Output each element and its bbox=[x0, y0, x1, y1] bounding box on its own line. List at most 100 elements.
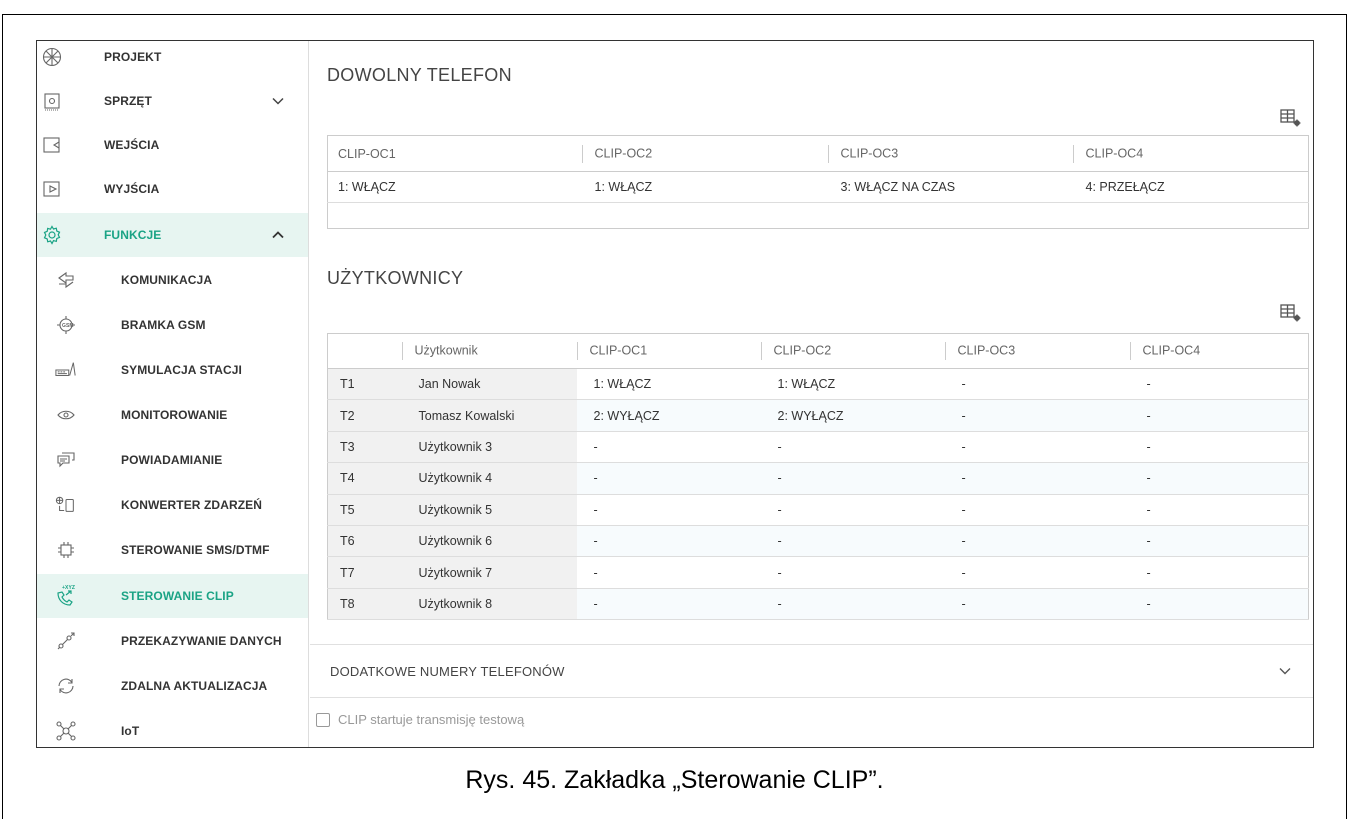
sidebar-item-iot[interactable]: IoT bbox=[37, 709, 308, 747]
sidebar-item-konwerter-zdarzen[interactable]: KONWERTER ZDARZEŃ bbox=[37, 483, 308, 527]
sidebar-item-projekt[interactable]: PROJEKT bbox=[37, 41, 308, 79]
table-cell[interactable]: - bbox=[576, 431, 761, 464]
sidebar-item-wejscia[interactable]: WEJŚCIA bbox=[37, 123, 308, 167]
table-row[interactable]: 1: WŁĄCZ 1: WŁĄCZ 3: WŁĄCZ NA CZAS 4: PR… bbox=[327, 171, 1309, 203]
figure-caption: Rys. 45. Zakładka „Sterowanie CLIP”. bbox=[465, 766, 884, 794]
table-cell[interactable]: 1: WŁĄCZ bbox=[327, 171, 578, 203]
table-row[interactable]: T1 Jan Nowak 1: WŁĄCZ 1: WŁĄCZ - - bbox=[327, 368, 1309, 401]
table-cell[interactable]: - bbox=[944, 556, 1130, 589]
table-cell[interactable]: - bbox=[944, 525, 1130, 558]
table-cell[interactable]: - bbox=[944, 399, 1130, 432]
table-cell[interactable]: - bbox=[1129, 462, 1309, 495]
user-code-cell: T3 bbox=[327, 431, 402, 464]
table-cell[interactable]: - bbox=[760, 494, 945, 526]
table-cell[interactable]: - bbox=[944, 368, 1130, 401]
converter-icon bbox=[55, 494, 77, 516]
uzytkownicy-table: Użytkownik CLIP-OC1 CLIP-OC2 CLIP-OC3 CL… bbox=[327, 333, 1309, 621]
table-cell[interactable]: 2: WYŁĄCZ bbox=[760, 399, 945, 432]
data-transfer-icon bbox=[55, 630, 77, 652]
table-row-empty bbox=[328, 203, 1309, 229]
table-cell[interactable]: - bbox=[1129, 588, 1309, 621]
sidebar-item-monitorowanie[interactable]: MONITOROWANIE bbox=[37, 393, 308, 437]
main-content: DOWOLNY TELEFON CLIP-OC1 CLIP-OC2 CLIP-O… bbox=[310, 41, 1313, 747]
sidebar-item-powiadamianie[interactable]: POWIADAMIANIE bbox=[37, 438, 308, 482]
user-name-cell: Użytkownik 8 bbox=[401, 588, 577, 621]
sidebar-item-sterowanie-sms[interactable]: STEROWANIE SMS/DTMF bbox=[37, 528, 308, 572]
column-header: CLIP-OC3 bbox=[944, 333, 1130, 369]
table-cell[interactable]: - bbox=[760, 431, 945, 464]
sidebar-item-symulacja-stacji[interactable]: SYMULACJA STACJI bbox=[37, 348, 308, 392]
sidebar-item-zdalna-aktualizacja[interactable]: ZDALNA AKTUALIZACJA bbox=[37, 664, 308, 708]
table-cell[interactable]: - bbox=[576, 588, 761, 621]
column-header: Użytkownik bbox=[401, 333, 577, 369]
user-name-cell: Użytkownik 7 bbox=[401, 556, 577, 589]
user-name-cell: Użytkownik 5 bbox=[401, 494, 577, 526]
table-cell[interactable]: 3: WŁĄCZ NA CZAS bbox=[823, 171, 1069, 203]
input-icon bbox=[41, 134, 63, 156]
table-cell[interactable]: 4: PRZEŁĄCZ bbox=[1068, 171, 1309, 203]
clip-test-label: CLIP startuje transmisję testową bbox=[338, 712, 525, 727]
table-cell[interactable]: - bbox=[1129, 399, 1309, 432]
table-row[interactable]: T5 Użytkownik 5---- bbox=[327, 494, 1309, 526]
column-header: CLIP-OC1 bbox=[576, 333, 761, 369]
table-cell[interactable]: 2: WYŁĄCZ bbox=[576, 399, 761, 432]
user-code-cell: T7 bbox=[327, 556, 402, 589]
table-cell[interactable]: - bbox=[1129, 368, 1309, 401]
clip-test-checkbox[interactable] bbox=[316, 712, 330, 727]
table-cell[interactable]: - bbox=[944, 494, 1130, 526]
svg-text:+XYZ: +XYZ bbox=[62, 585, 75, 591]
user-code-cell: T1 bbox=[327, 368, 402, 401]
table-cell[interactable]: - bbox=[576, 556, 761, 589]
table-cell[interactable]: - bbox=[944, 588, 1130, 621]
table-cell[interactable]: - bbox=[760, 556, 945, 589]
column-header bbox=[327, 333, 402, 369]
table-row[interactable]: T2 Tomasz Kowalski 2: WYŁĄCZ 2: WYŁĄCZ - - bbox=[327, 399, 1309, 432]
table-cell[interactable]: - bbox=[576, 494, 761, 526]
table-settings-icon[interactable] bbox=[1280, 108, 1302, 128]
chevron-down-icon[interactable] bbox=[1278, 664, 1292, 678]
dodatkowe-numery-label: DODATKOWE NUMERY TELEFONÓW bbox=[330, 663, 565, 679]
table-cell[interactable]: - bbox=[760, 462, 945, 495]
sidebar-item-wyjscia[interactable]: WYJŚCIA bbox=[37, 167, 308, 211]
chip-icon bbox=[41, 90, 63, 112]
sidebar-item-sprzet[interactable]: SPRZĘT bbox=[37, 79, 308, 123]
table-cell[interactable]: - bbox=[944, 462, 1130, 495]
table-row[interactable]: T4 Użytkownik 4---- bbox=[327, 462, 1309, 495]
gear-icon bbox=[41, 224, 63, 246]
user-name-cell: Tomasz Kowalski bbox=[401, 399, 577, 432]
table-cell[interactable]: - bbox=[944, 431, 1130, 464]
table-cell[interactable]: - bbox=[1129, 525, 1309, 558]
dodatkowe-numery-section[interactable]: DODATKOWE NUMERY TELEFONÓW bbox=[310, 644, 1313, 698]
eye-icon bbox=[55, 404, 77, 426]
chevron-up-icon bbox=[272, 231, 284, 239]
sidebar-item-sterowanie-clip[interactable]: +XYZ STEROWANIE CLIP bbox=[37, 574, 308, 618]
output-icon bbox=[41, 178, 63, 200]
table-cell[interactable]: - bbox=[1129, 556, 1309, 589]
table-cell[interactable]: - bbox=[1129, 431, 1309, 464]
sidebar-item-funkcje[interactable]: FUNKCJE bbox=[37, 213, 308, 257]
column-header: CLIP-OC1 bbox=[327, 135, 578, 172]
table-row[interactable]: T6 Użytkownik 6---- bbox=[327, 525, 1309, 558]
table-cell[interactable]: 1: WŁĄCZ bbox=[577, 171, 824, 203]
sms-control-icon bbox=[55, 539, 77, 561]
table-cell[interactable]: 1: WŁĄCZ bbox=[760, 368, 945, 401]
column-header: CLIP-OC2 bbox=[760, 333, 945, 369]
clip-phone-icon: +XYZ bbox=[55, 585, 77, 607]
table-cell[interactable]: - bbox=[576, 525, 761, 558]
table-row[interactable]: T8 Użytkownik 8---- bbox=[327, 588, 1309, 621]
table-row[interactable]: T7 Użytkownik 7---- bbox=[327, 556, 1309, 589]
sidebar-item-przekazywanie-danych[interactable]: PRZEKAZYWANIE DANYCH bbox=[37, 619, 308, 663]
table-cell[interactable]: - bbox=[1129, 494, 1309, 526]
sidebar-item-bramka-gsm[interactable]: GSM BRAMKA GSM bbox=[37, 303, 308, 347]
table-cell[interactable]: - bbox=[760, 588, 945, 621]
refresh-icon bbox=[55, 675, 77, 697]
table-cell[interactable]: 1: WŁĄCZ bbox=[576, 368, 761, 401]
table-settings-icon[interactable] bbox=[1280, 303, 1302, 323]
chat-icon bbox=[55, 449, 77, 471]
table-header-row: CLIP-OC1 CLIP-OC2 CLIP-OC3 CLIP-OC4 bbox=[327, 135, 1309, 172]
table-cell[interactable]: - bbox=[760, 525, 945, 558]
table-row[interactable]: T3 Użytkownik 3---- bbox=[327, 431, 1309, 464]
sidebar-item-komunikacja[interactable]: KOMUNIKACJA bbox=[37, 258, 308, 302]
table-cell[interactable]: - bbox=[576, 462, 761, 495]
sidebar: PROJEKT SPRZĘT WEJŚCIA WYJŚCIA FUNKCJE K… bbox=[37, 41, 309, 747]
